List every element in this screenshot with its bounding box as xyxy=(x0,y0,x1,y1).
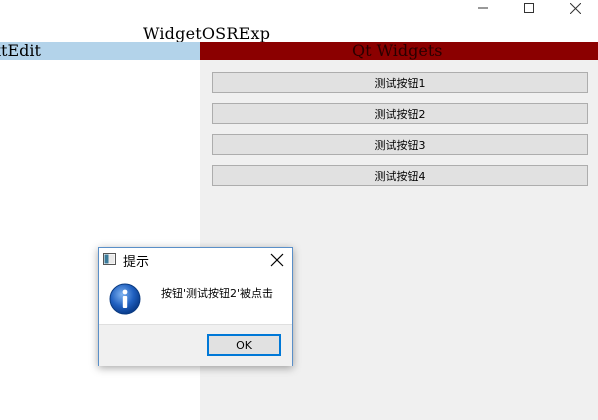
test-button-1[interactable]: 测试按钮1 xyxy=(212,72,588,93)
window-title: WidgetOSRExp xyxy=(143,24,271,43)
close-icon[interactable] xyxy=(270,253,284,267)
test-button-3[interactable]: 测试按钮3 xyxy=(212,134,588,155)
dialog-title: 提示 xyxy=(123,255,150,270)
minimize-icon xyxy=(478,7,488,9)
app-window-icon xyxy=(103,253,116,265)
test-button-4[interactable]: 测试按钮4 xyxy=(212,165,588,186)
qt-widgets-header-label: Qt Widgets xyxy=(352,42,443,60)
dialog-titlebar[interactable]: 提示 xyxy=(99,248,292,272)
close-button[interactable] xyxy=(552,0,598,16)
ok-button[interactable]: OK xyxy=(207,334,281,356)
dialog-button-bar: OK xyxy=(99,324,292,366)
dialog-message: 按钮'测试按钮2'被点击 xyxy=(161,287,274,300)
test-button-list: 测试按钮1 测试按钮2 测试按钮3 测试按钮4 xyxy=(212,72,588,196)
test-button-2[interactable]: 测试按钮2 xyxy=(212,103,588,124)
main-window: WidgetOSRExp xtEdit Qt Widgets 测试按钮1 测试按… xyxy=(0,0,598,420)
message-dialog: 提示 按钮'测试按钮2'被点击 OK xyxy=(98,247,293,366)
maximize-button[interactable] xyxy=(506,0,552,16)
minimize-button[interactable] xyxy=(460,0,506,16)
text-edit-header-label: xtEdit xyxy=(0,42,41,60)
close-icon xyxy=(569,2,581,14)
maximize-icon xyxy=(524,3,534,13)
text-edit-header: xtEdit xyxy=(0,42,200,60)
info-icon xyxy=(109,283,141,315)
window-controls xyxy=(460,0,598,18)
dialog-body: 按钮'测试按钮2'被点击 xyxy=(99,272,292,324)
qt-widgets-header: Qt Widgets xyxy=(200,42,598,60)
